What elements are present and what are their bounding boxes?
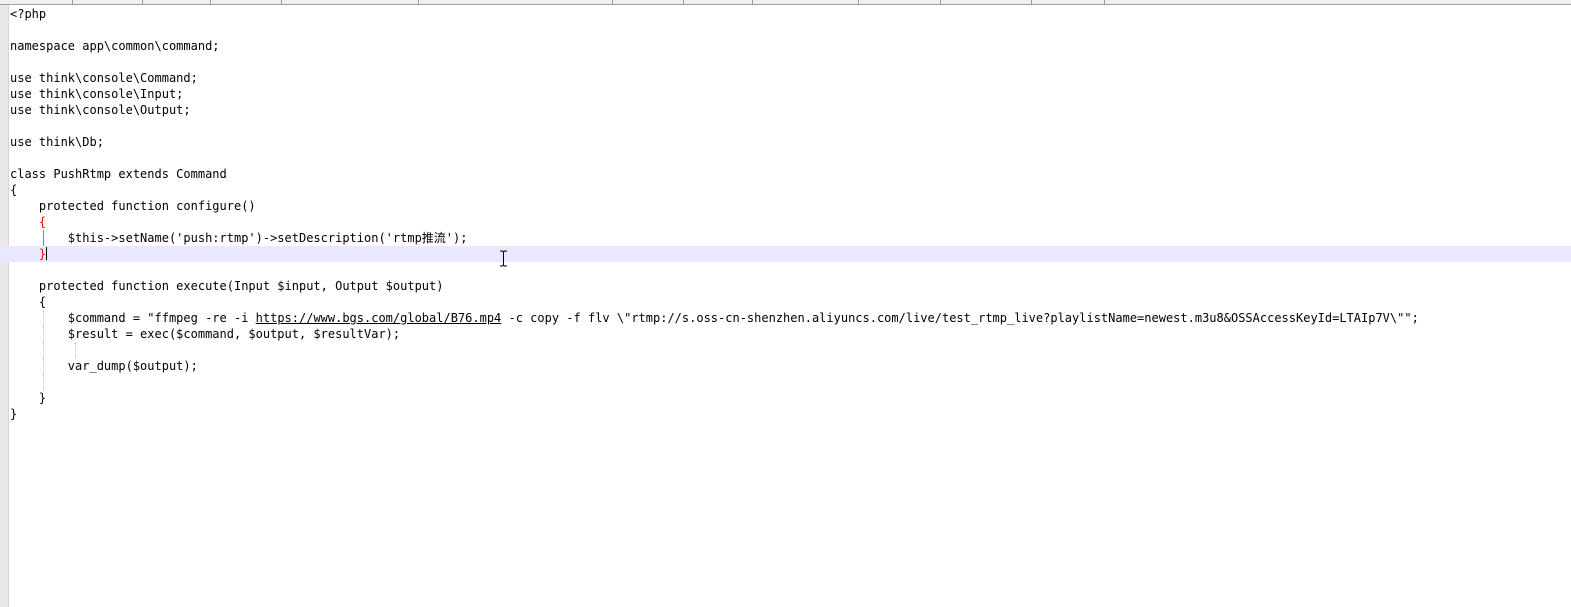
tab-separator [1031,0,1032,4]
indent-guide [43,326,45,342]
code-line: use think\console\Command; [10,71,198,85]
code-line: $this->setName('push:rtmp')->setDescript… [10,230,468,246]
brace-match-close: } [38,247,47,261]
code-line: protected function execute(Input $input,… [10,279,444,293]
indent-guide [43,374,45,390]
code-line: $result = exec($command, $output, $resul… [10,326,401,342]
tab-separator [858,0,859,4]
tab-separator [752,0,753,4]
tab-separator [142,0,143,4]
ibeam-cursor-icon [500,250,507,267]
tab-separator [72,0,73,4]
code-line: class PushRtmp extends Command [10,167,227,181]
tab-separator [940,0,941,4]
code-line [0,342,1571,358]
code-line: use think\Db; [10,135,104,149]
code-editor[interactable]: <?php namespace app\common\command; use … [0,0,1571,607]
tab-separator [210,0,211,4]
code-line: use think\console\Output; [10,103,191,117]
code-line: var_dump($output); [10,358,198,374]
code-line: } [10,407,18,421]
brace-match-open: { [38,215,47,229]
current-line: } [0,246,1571,262]
code-area[interactable]: <?php namespace app\common\command; use … [0,6,1571,606]
tab-separator [418,0,419,4]
tab-separator [683,0,684,4]
code-line-command: $command = "ffmpeg -re -i https://www.bg… [0,310,1571,326]
code-line: } [10,391,47,405]
tab-strip[interactable] [0,0,1571,5]
text-caret [46,247,48,260]
code-line [0,374,1571,390]
code-line: use think\console\Input; [10,87,184,101]
code-line: protected function configure() [10,199,256,213]
indent-guide [43,358,45,374]
code-line-configure-open-brace: { [0,214,1571,230]
indent-guide [43,342,45,358]
tab-separator [1104,0,1105,4]
indent-guide [43,310,45,326]
url-link[interactable]: https://www.bgs.com/global/B76.mp4 [256,311,502,325]
code-line: { [10,183,18,197]
code-line: { [10,295,47,309]
indent-guide [43,230,45,246]
tab-separator [281,0,282,4]
code-line: namespace app\common\command; [10,39,220,53]
code-line: <?php [10,7,47,21]
indent-guide [75,342,77,358]
tab-separator [612,0,613,4]
